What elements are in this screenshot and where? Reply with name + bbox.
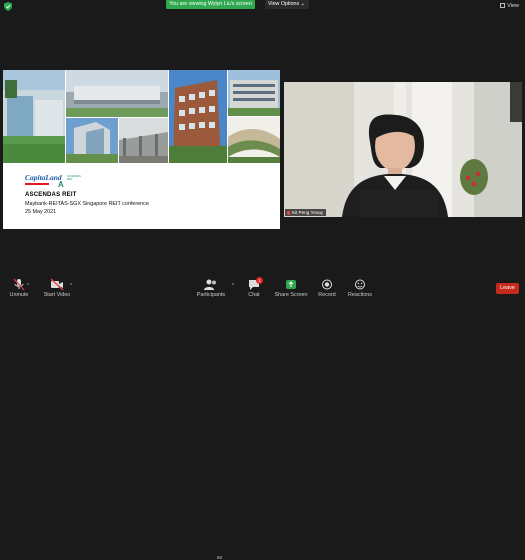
chat-label: Chat <box>248 292 260 298</box>
shared-screen-slide: CapitaLand A ASCENDAS REIT ASCENDAS REIT… <box>3 70 280 229</box>
video-options-caret-icon[interactable]: ^ <box>70 283 72 289</box>
capitaland-logo-text: CapitaLand <box>25 173 62 182</box>
participants-count: 60 <box>217 555 223 560</box>
slide-subtitle: Maybank-REITAS-SGX Singapore REIT confer… <box>25 201 149 207</box>
ascendas-logo-mark: A <box>58 180 64 189</box>
participants-label: Participants <box>196 292 226 298</box>
building-photo-7 <box>228 117 280 163</box>
share-screen-icon <box>286 280 296 289</box>
record-icon <box>322 279 332 290</box>
view-label: View <box>507 3 519 9</box>
participant-video[interactable]: Kit Peng Yeoay <box>284 82 522 217</box>
shield-icon[interactable] <box>4 2 12 11</box>
reactions-button[interactable]: Reactions <box>346 274 374 300</box>
participant-video-frame <box>284 82 522 217</box>
view-button[interactable]: View <box>500 3 519 9</box>
smiley-reaction-icon <box>355 279 365 290</box>
building-photo-5 <box>66 118 118 163</box>
reactions-label: Reactions <box>348 292 372 298</box>
top-bar: You are viewing Wylyn Liu's screen View … <box>0 0 525 12</box>
building-photo-6 <box>119 118 168 163</box>
meeting-toolbar: Unmute ^ Start Video ^ Participants 60 ^… <box>0 274 525 560</box>
slide-title: ASCENDAS REIT <box>25 192 77 198</box>
view-options-button[interactable]: View Options ⌄ <box>265 0 309 9</box>
record-label: Record <box>318 292 336 298</box>
unmute-label: Unmute <box>9 292 29 298</box>
view-options-label: View Options <box>268 1 300 7</box>
participants-options-caret-icon[interactable]: ^ <box>232 283 234 289</box>
building-photo-2 <box>66 70 168 117</box>
screen-share-banner: You are viewing Wylyn Liu's screen <box>166 0 255 9</box>
building-photo-3 <box>169 70 227 163</box>
record-button[interactable]: Record <box>316 274 338 300</box>
participant-name: Kit Peng Yeoay <box>292 210 324 215</box>
capitaland-logo: CapitaLand <box>25 173 62 185</box>
participants-icon <box>204 279 216 290</box>
share-screen-button[interactable]: Share Screen <box>274 274 308 300</box>
participant-name-label: Kit Peng Yeoay <box>285 209 327 216</box>
mic-muted-icon <box>287 210 290 215</box>
video-camera-off-icon <box>50 278 64 291</box>
share-screen-label: Share Screen <box>274 292 308 298</box>
slide-date: 25 May 2021 <box>25 209 57 215</box>
grid-view-icon <box>500 3 506 8</box>
leave-meeting-button[interactable]: Leave <box>496 283 519 294</box>
participants-button[interactable]: Participants <box>196 274 226 300</box>
start-video-label: Start Video <box>43 292 71 298</box>
building-photo-4 <box>228 70 280 116</box>
chat-unread-badge: 1 <box>256 277 263 284</box>
microphone-muted-icon <box>13 278 25 291</box>
building-photo-1 <box>3 70 65 163</box>
audio-options-caret-icon[interactable]: ^ <box>27 283 29 289</box>
start-video-button[interactable]: Start Video <box>42 274 72 300</box>
ascendas-reit-logo: A ASCENDAS REIT <box>58 174 81 189</box>
chevron-down-icon: ⌄ <box>300 1 305 7</box>
ascendas-logo-text: ASCENDAS REIT <box>67 175 81 181</box>
